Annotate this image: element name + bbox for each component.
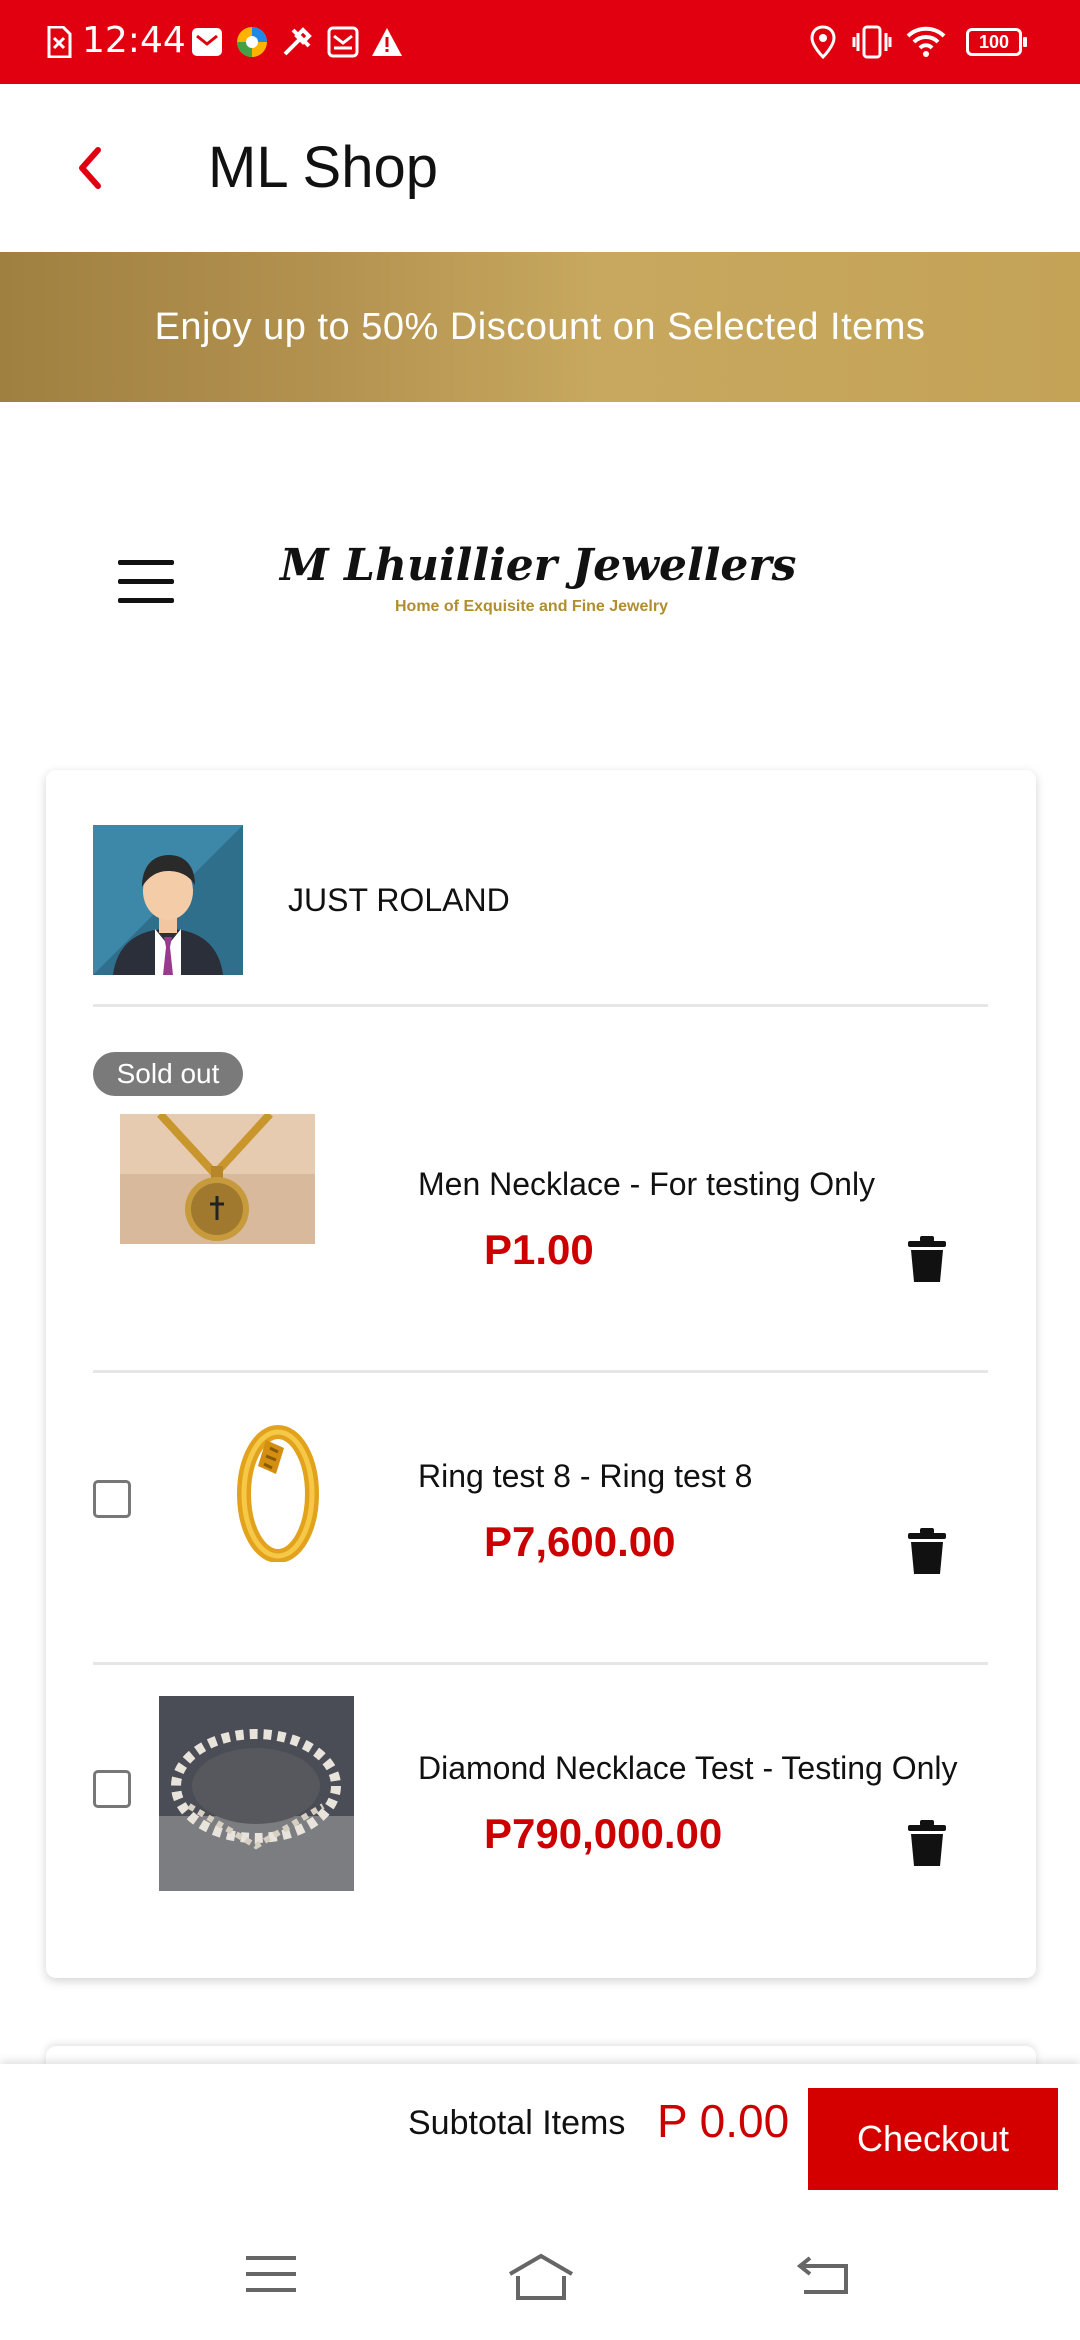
divider bbox=[93, 1004, 988, 1007]
inbox-icon bbox=[326, 24, 360, 60]
status-time: 12:44 bbox=[82, 20, 186, 61]
chevron-left-icon bbox=[79, 147, 101, 189]
location-icon bbox=[808, 24, 838, 60]
warning-icon bbox=[370, 24, 404, 60]
status-bar: 12:44 100 bbox=[0, 0, 1080, 84]
seller-name: JUST ROLAND bbox=[288, 882, 510, 918]
wifi-icon bbox=[906, 24, 946, 60]
item-name: Men Necklace - For testing Only bbox=[418, 1166, 876, 1202]
back-button[interactable] bbox=[66, 142, 118, 194]
delete-item-button[interactable] bbox=[906, 1236, 948, 1284]
cart-card: JUST ROLAND Sold out Men Necklace - For … bbox=[46, 770, 1036, 1978]
back-icon[interactable] bbox=[796, 2252, 856, 2302]
item-price: P1.00 bbox=[484, 1226, 594, 1273]
item-price: P7,600.00 bbox=[484, 1518, 676, 1565]
trash-icon bbox=[908, 1236, 946, 1282]
home-icon[interactable] bbox=[506, 2252, 576, 2302]
hamburger-menu-icon[interactable] bbox=[118, 560, 174, 606]
checkout-bar: Subtotal Items P 0.00 Checkout bbox=[0, 2064, 1080, 2212]
trash-icon bbox=[908, 1528, 946, 1574]
item-name: Ring test 8 - Ring test 8 bbox=[418, 1458, 753, 1494]
page-title: ML Shop bbox=[208, 135, 438, 200]
product-image-ring[interactable] bbox=[206, 1416, 346, 1562]
checkout-button[interactable]: Checkout bbox=[808, 2088, 1058, 2190]
browser-icon bbox=[234, 24, 270, 60]
trash-icon bbox=[908, 1820, 946, 1866]
divider bbox=[93, 1370, 988, 1373]
item-price: P790,000.00 bbox=[484, 1810, 723, 1857]
tools-icon bbox=[280, 24, 314, 60]
delete-item-button[interactable] bbox=[906, 1820, 948, 1868]
promo-banner[interactable]: Enjoy up to 50% Discount on Selected Ite… bbox=[0, 252, 1080, 402]
delete-item-button[interactable] bbox=[906, 1528, 948, 1576]
seller-avatar bbox=[93, 825, 243, 975]
vibrate-icon bbox=[852, 24, 892, 60]
battery-icon: 100 bbox=[966, 28, 1027, 56]
menu-icon[interactable] bbox=[244, 2252, 304, 2302]
mail-icon bbox=[190, 24, 224, 60]
subtotal-value: P 0.00 bbox=[657, 2095, 790, 2147]
divider bbox=[93, 1662, 988, 1665]
system-navigation-bar bbox=[0, 2212, 1080, 2340]
item-name: Diamond Necklace Test - Testing Only bbox=[418, 1750, 958, 1786]
logo-text: M Lhuillier Jewellers bbox=[280, 540, 797, 591]
logo-tagline: Home of Exquisite and Fine Jewelry bbox=[395, 598, 668, 615]
app-header: ML Shop bbox=[0, 84, 1080, 252]
no-sim-icon bbox=[44, 24, 74, 60]
sold-out-badge: Sold out bbox=[93, 1052, 243, 1096]
product-image-necklace[interactable] bbox=[120, 1114, 315, 1244]
item-checkbox[interactable] bbox=[93, 1480, 131, 1518]
item-checkbox[interactable] bbox=[93, 1770, 131, 1808]
product-image-diamond-necklace[interactable] bbox=[159, 1696, 354, 1891]
subtotal-label: Subtotal Items bbox=[408, 2104, 626, 2142]
brand-logo: M Lhuillier Jewellers Home of Exquisite … bbox=[280, 540, 800, 630]
